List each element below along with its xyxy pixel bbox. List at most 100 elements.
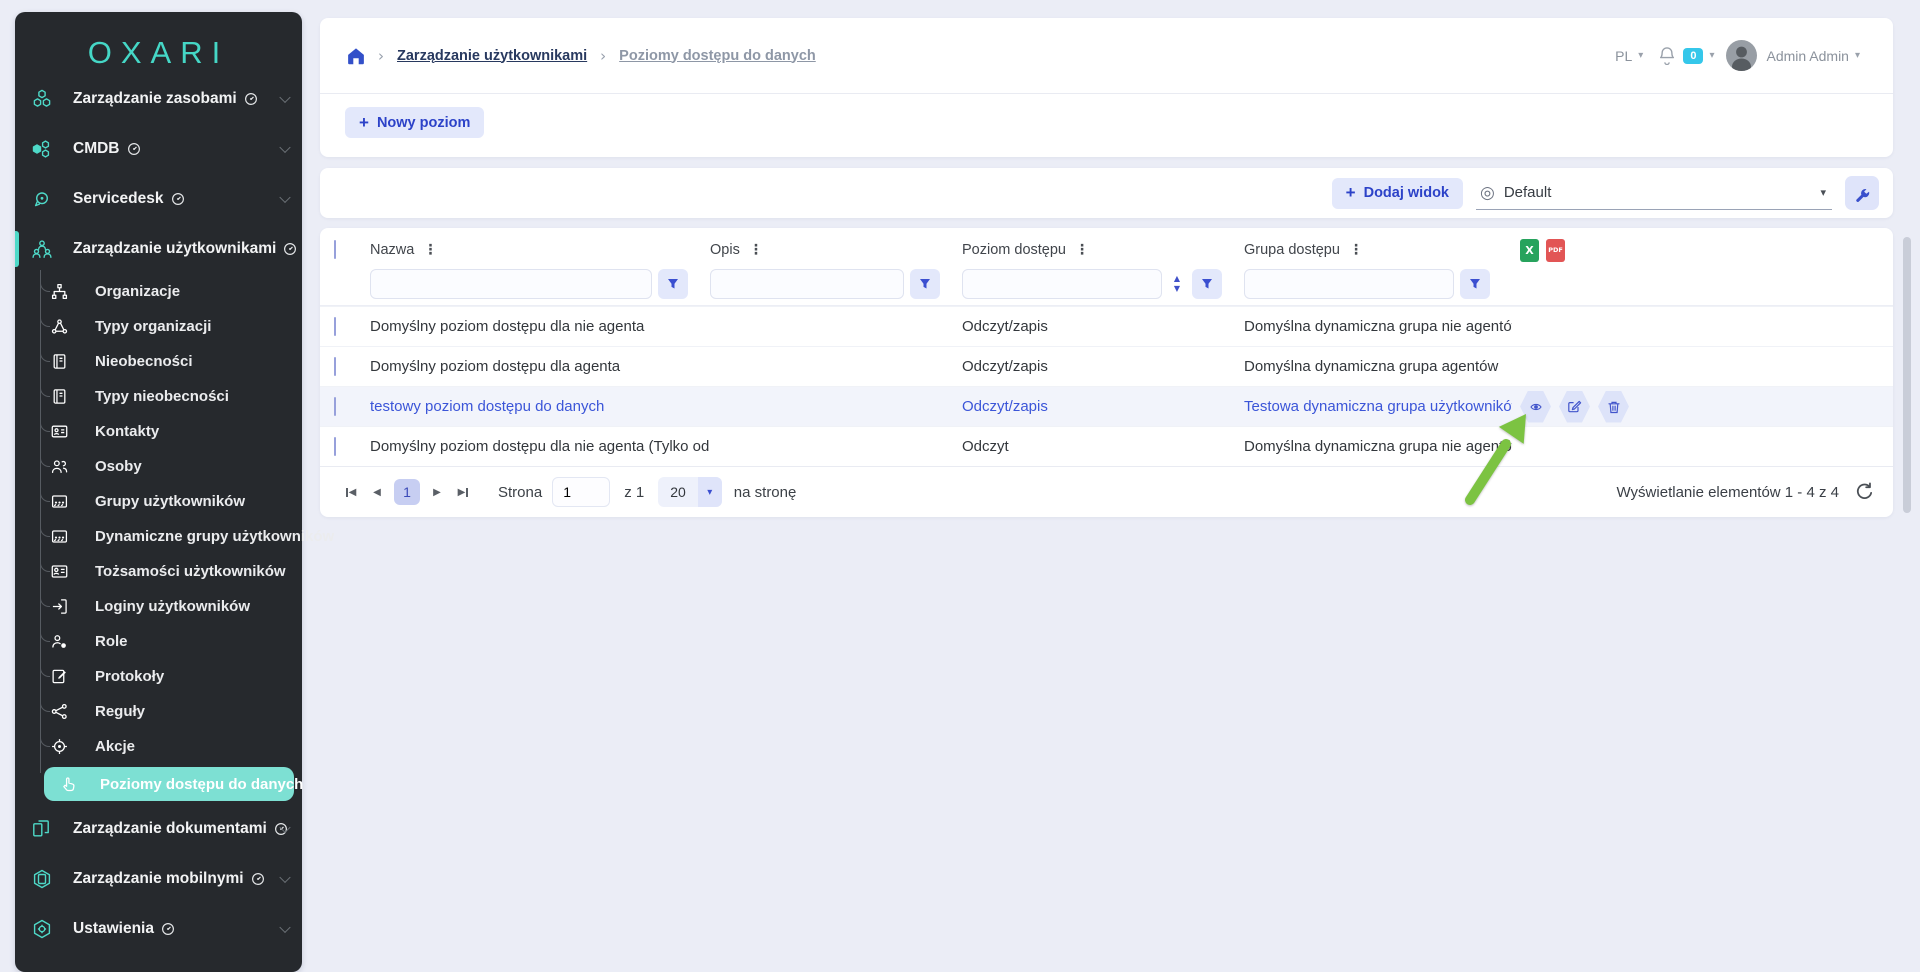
home-icon[interactable]: [347, 47, 365, 65]
per-page-value: 20: [658, 484, 698, 500]
sidebar-item-typy-organizacji[interactable]: Typy organizacji: [15, 309, 302, 344]
oxari-logo: OXARI: [15, 32, 302, 74]
servicedesk-icon: [31, 187, 55, 211]
chevron-down-icon: [279, 92, 290, 103]
filter-button-nazwa[interactable]: [658, 269, 688, 299]
export-excel-icon[interactable]: X: [1520, 239, 1539, 262]
last-page-button[interactable]: ▶: [450, 479, 476, 505]
sidebar-item-typy-nieobecnosci[interactable]: Typy nieobecności: [15, 379, 302, 414]
table-header-row: Nazwa ⋮ Opis ⋮ Poziom dostępu ⋮ Grupa dostę…: [320, 228, 1893, 266]
sidebar-item-dynamiczne-grupy[interactable]: Dynamiczne grupy użytkowników: [15, 519, 302, 554]
next-page-button[interactable]: ▶: [424, 479, 450, 505]
sidebar-item-ustawienia[interactable]: Ustawienia: [15, 904, 302, 954]
column-header-nazwa[interactable]: Nazwa: [370, 242, 414, 258]
caret-down-icon: ▾: [698, 477, 722, 507]
sidebar-item-loginy[interactable]: Loginy użytkowników: [15, 589, 302, 624]
language-selector[interactable]: PL: [1615, 48, 1632, 64]
sidebar-item-cmdb[interactable]: CMDB: [15, 124, 302, 174]
sidebar-item-tozsamosci[interactable]: Tożsamości użytkowników: [15, 554, 302, 589]
new-level-button[interactable]: + Nowy poziom: [345, 107, 484, 138]
filter-input-grupa[interactable]: [1244, 269, 1454, 299]
view-settings-wrench-button[interactable]: [1845, 176, 1879, 210]
refresh-icon[interactable]: [1855, 482, 1875, 502]
caret-down-icon[interactable]: ▾: [1855, 50, 1860, 61]
table-row[interactable]: Domyślny poziom dostępu dla agenta Odczy…: [320, 346, 1893, 386]
view-toolbar-card: + Dodaj widok ◎ Default ▾: [320, 168, 1893, 218]
gauge-icon: [161, 922, 175, 936]
sidebar-item-label: Zarządzanie użytkownikami: [73, 240, 276, 258]
column-header-grupa[interactable]: Grupa dostępu: [1244, 242, 1340, 258]
export-pdf-icon[interactable]: PDF: [1546, 239, 1565, 262]
row-checkbox[interactable]: [334, 397, 336, 416]
table-row[interactable]: Domyślny poziom dostępu dla nie agenta O…: [320, 306, 1893, 346]
first-page-button[interactable]: ◀: [338, 479, 364, 505]
filter-button-grupa[interactable]: [1460, 269, 1490, 299]
sidebar-item-osoby[interactable]: Osoby: [15, 449, 302, 484]
cell-grupa[interactable]: Testowa dynamiczna grupa użytkowników: [1244, 398, 1512, 415]
sidebar-item-role[interactable]: Role: [15, 624, 302, 659]
breadcrumb-separator: ›: [600, 47, 606, 65]
cell-nazwa[interactable]: testowy poziom dostępu do danych: [370, 398, 710, 415]
sidebar-item-zarzadzanie-dokumentami[interactable]: Zarządzanie dokumentami: [15, 804, 302, 854]
spin-up-icon[interactable]: ▲: [1174, 275, 1180, 283]
filter-input-poziom[interactable]: [962, 269, 1162, 299]
sidebar-item-label: Role: [95, 633, 128, 650]
sidebar-item-label: Organizacje: [95, 283, 180, 300]
assets-hexagons-icon: [31, 87, 55, 111]
row-checkbox[interactable]: [334, 357, 336, 376]
kebab-menu-icon[interactable]: ⋮: [749, 242, 763, 258]
cell-poziom: Odczyt/zapis: [962, 398, 1244, 415]
sidebar-item-kontakty[interactable]: Kontakty: [15, 414, 302, 449]
filter-button-opis[interactable]: [910, 269, 940, 299]
sidebar-item-organizacje[interactable]: Organizacje: [15, 274, 302, 309]
view-row-button[interactable]: [1520, 391, 1551, 423]
cell-nazwa: Domyślny poziom dostępu dla nie agenta (…: [370, 438, 710, 455]
table-row-highlighted[interactable]: testowy poziom dostępu do danych Odczyt/…: [320, 386, 1893, 426]
view-select-value: Default: [1504, 184, 1821, 201]
current-page-button[interactable]: 1: [394, 479, 420, 505]
avatar[interactable]: [1726, 40, 1757, 71]
page-number-input[interactable]: [552, 477, 610, 507]
delete-row-button[interactable]: [1598, 391, 1629, 423]
bell-icon[interactable]: [1659, 46, 1675, 65]
kebab-menu-icon[interactable]: ⋮: [1349, 242, 1363, 258]
column-header-opis[interactable]: Opis: [710, 242, 740, 258]
users-management-icon: [31, 237, 55, 261]
sidebar-item-nieobecnosci[interactable]: Nieobecności: [15, 344, 302, 379]
per-page-select[interactable]: 20 ▾: [658, 477, 722, 507]
funnel-icon: [919, 278, 931, 290]
kebab-menu-icon[interactable]: ⋮: [1075, 242, 1089, 258]
spin-down-icon[interactable]: ▼: [1174, 285, 1180, 293]
kebab-menu-icon[interactable]: ⋮: [423, 242, 437, 258]
settings-gear-icon: [31, 917, 55, 941]
caret-down-icon[interactable]: ▾: [1709, 50, 1714, 61]
sidebar-item-grupy-uzytkownikow[interactable]: Grupy użytkowników: [15, 484, 302, 519]
filter-input-opis[interactable]: [710, 269, 904, 299]
breadcrumb-link-users[interactable]: Zarządzanie użytkownikami: [397, 48, 587, 64]
scrollbar-thumb[interactable]: [1903, 237, 1911, 513]
filter-button-poziom[interactable]: [1192, 269, 1222, 299]
row-checkbox[interactable]: [334, 437, 336, 456]
sidebar-item-reguly[interactable]: Reguły: [15, 694, 302, 729]
row-checkbox[interactable]: [334, 317, 336, 336]
add-view-button[interactable]: + Dodaj widok: [1332, 178, 1463, 209]
table-row[interactable]: Domyślny poziom dostępu dla nie agenta (…: [320, 426, 1893, 466]
breadcrumb-link-access-levels[interactable]: Poziomy dostępu do danych: [619, 48, 816, 64]
sidebar-item-zarzadzanie-uzytkownikami[interactable]: Zarządzanie użytkownikami: [15, 224, 302, 274]
sidebar-item-protokoly[interactable]: Protokoły: [15, 659, 302, 694]
sidebar-item-zarzadzanie-zasobami[interactable]: Zarządzanie zasobami: [15, 74, 302, 124]
column-header-poziom[interactable]: Poziom dostępu: [962, 242, 1066, 258]
table-card: Nazwa ⋮ Opis ⋮ Poziom dostępu ⋮ Grupa dostę…: [320, 228, 1893, 517]
select-all-checkbox[interactable]: [334, 240, 336, 259]
view-select[interactable]: ◎ Default ▾: [1476, 176, 1832, 210]
user-name[interactable]: Admin Admin: [1766, 48, 1848, 64]
filter-input-nazwa[interactable]: [370, 269, 652, 299]
sidebar-item-poziomy-dostepu-active[interactable]: Poziomy dostępu do danych: [44, 767, 294, 801]
sidebar-item-akcje[interactable]: Akcje: [15, 729, 302, 764]
prev-page-button[interactable]: ◀: [364, 479, 390, 505]
sidebar-item-zarzadzanie-mobilnymi[interactable]: Zarządzanie mobilnymi: [15, 854, 302, 904]
plus-icon: +: [359, 113, 369, 133]
last-page-bar: [466, 488, 468, 497]
edit-row-button[interactable]: [1559, 391, 1590, 423]
sidebar-item-servicedesk[interactable]: Servicedesk: [15, 174, 302, 224]
